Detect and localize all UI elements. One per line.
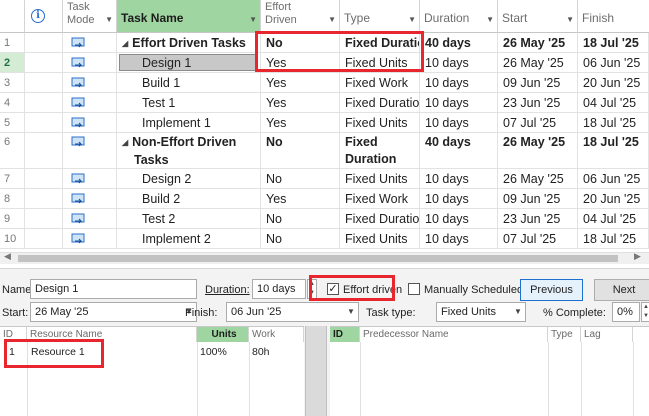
auto-schedule-icon [71,97,85,108]
chevron-down-icon[interactable]: ▼ [486,15,494,24]
task-name-cell[interactable]: Build 2 [117,189,261,209]
auto-schedule-icon [71,57,85,68]
scroll-right-icon[interactable]: ▶ [634,251,641,262]
chevron-down-icon[interactable]: ▼ [105,15,113,24]
auto-schedule-icon [71,77,85,88]
table-row[interactable]: 10 Implement 2 No Fixed Units 10 days 07… [0,229,649,249]
auto-schedule-icon [71,37,85,48]
task-mode-cell[interactable] [63,53,117,73]
effort-driven-label: Effort driven [343,284,403,296]
chevron-down-icon[interactable]: ▼ [344,303,358,321]
table-row-selected[interactable]: 2 Design 1 Yes Fixed Units 10 days 26 Ma… [0,53,649,73]
duration-label: Duration: [205,284,250,296]
task-name-cell[interactable]: Implement 1 [117,113,261,133]
auto-schedule-icon [71,233,85,244]
chevron-down-icon[interactable]: ▼ [408,15,416,24]
auto-schedule-icon [71,213,85,224]
table-row[interactable]: 7 Design 2 No Fixed Units 10 days 26 May… [0,169,649,189]
effort-driven-checkbox[interactable]: ✓ [327,283,339,295]
scroll-left-icon[interactable]: ◀ [4,251,11,262]
task-mode-cell[interactable] [63,133,117,169]
chevron-down-icon[interactable]: ▼ [566,15,574,24]
auto-schedule-icon [71,117,85,128]
chevron-down-icon[interactable]: ▼ [511,303,525,321]
task-mode-cell[interactable] [63,229,117,249]
type-cell[interactable]: Fixed Duration [340,133,420,169]
task-mode-cell[interactable] [63,93,117,113]
start-field[interactable]: 26 May '25 ▼ [30,302,197,322]
predecessors-table: ID Predecessor Name Type Lag [330,326,649,416]
table-row[interactable]: 3 Build 1 Yes Fixed Work 10 days 09 Jun … [0,73,649,93]
chevron-down-icon[interactable]: ▼ [249,15,257,24]
task-mode-cell[interactable] [63,189,117,209]
task-mode-cell[interactable] [63,33,117,53]
finish-header[interactable]: Finish [578,0,649,33]
finish-label: Finish: [185,307,218,319]
duration-header[interactable]: Duration ▼ [420,0,498,33]
table-row[interactable]: 5 Implement 1 Yes Fixed Units 10 days 07… [0,113,649,133]
info-icon: i [31,9,45,23]
next-button[interactable]: Next [594,279,649,301]
duration-spinner[interactable]: ▲ ▼ [307,279,317,299]
effort-driven-header[interactable]: Effort Driven ▼ [261,0,340,33]
resource-name-cell[interactable]: Resource 1 [31,345,85,359]
table-row[interactable]: 8 Build 2 Yes Fixed Work 10 days 09 Jun … [0,189,649,209]
scrollbar-thumb[interactable] [18,255,618,262]
auto-schedule-icon [71,173,85,184]
task-mode-header[interactable]: Task Mode ▼ [63,0,117,33]
table-row[interactable]: 9 Test 2 No Fixed Duration 10 days 23 Ju… [0,209,649,229]
type-header[interactable]: Type ▼ [340,0,420,33]
manually-scheduled-label: Manually Scheduled [424,284,524,296]
task-name-cell[interactable]: Build 1 [117,73,261,93]
name-field[interactable]: Design 1 [30,279,197,299]
task-name-cell[interactable]: ◢ Non-Effort Driven Tasks [117,133,261,169]
task-name-cell[interactable]: Test 2 [117,209,261,229]
table-row[interactable]: 1 ◢Effort Driven Tasks No Fixed Duration… [0,33,649,53]
table-row[interactable]: 6 ◢ Non-Effort Driven Tasks No Fixed Dura… [0,133,649,169]
percent-complete-spinner[interactable]: ▲ ▼ [641,302,649,322]
collapse-triangle-icon[interactable]: ◢ [122,138,128,147]
start-label: Start: [2,307,29,319]
chevron-down-icon[interactable]: ▼ [328,15,336,24]
previous-button[interactable]: Previous [520,279,583,301]
collapse-triangle-icon[interactable]: ◢ [122,39,128,48]
task-name-cell[interactable]: Design 1 [117,53,261,73]
task-grid: i Task Mode ▼ Task Name ▼ Effort Driven … [0,0,649,264]
row-number-header [0,0,25,33]
duration-field[interactable]: 10 days [252,279,306,299]
task-name-cell[interactable]: Test 1 [117,93,261,113]
table-row[interactable]: 4 Test 1 Yes Fixed Duration 10 days 23 J… [0,93,649,113]
task-name-cell[interactable]: ◢ Effort Driven Tasks [117,33,261,53]
task-type-label: Task type: [366,307,416,319]
finish-field[interactable]: 06 Jun '25 ▼ [226,302,359,322]
auto-schedule-icon [71,193,85,204]
horizontal-scrollbar[interactable]: ◀ ▶ [0,251,649,264]
task-mode-cell[interactable] [63,209,117,229]
percent-complete-field[interactable]: 0% [612,302,640,322]
start-header[interactable]: Start ▼ [498,0,578,33]
task-name-cell[interactable]: Design 2 [117,169,261,189]
indicators-header[interactable]: i [25,0,63,33]
task-name-header[interactable]: Task Name ▼ [117,0,261,33]
auto-schedule-icon [71,136,85,147]
task-mode-cell[interactable] [63,73,117,93]
percent-complete-label: % Complete: [543,307,606,319]
pane-divider [305,326,327,416]
task-name-cell[interactable]: Implement 2 [117,229,261,249]
task-mode-cell[interactable] [63,169,117,189]
task-mode-cell[interactable] [63,113,117,133]
manually-scheduled-checkbox[interactable] [408,283,420,295]
task-type-select[interactable]: Fixed Units ▼ [436,302,526,322]
resources-table: ID Resource Name Units Work 1 Resource 1… [0,326,304,416]
